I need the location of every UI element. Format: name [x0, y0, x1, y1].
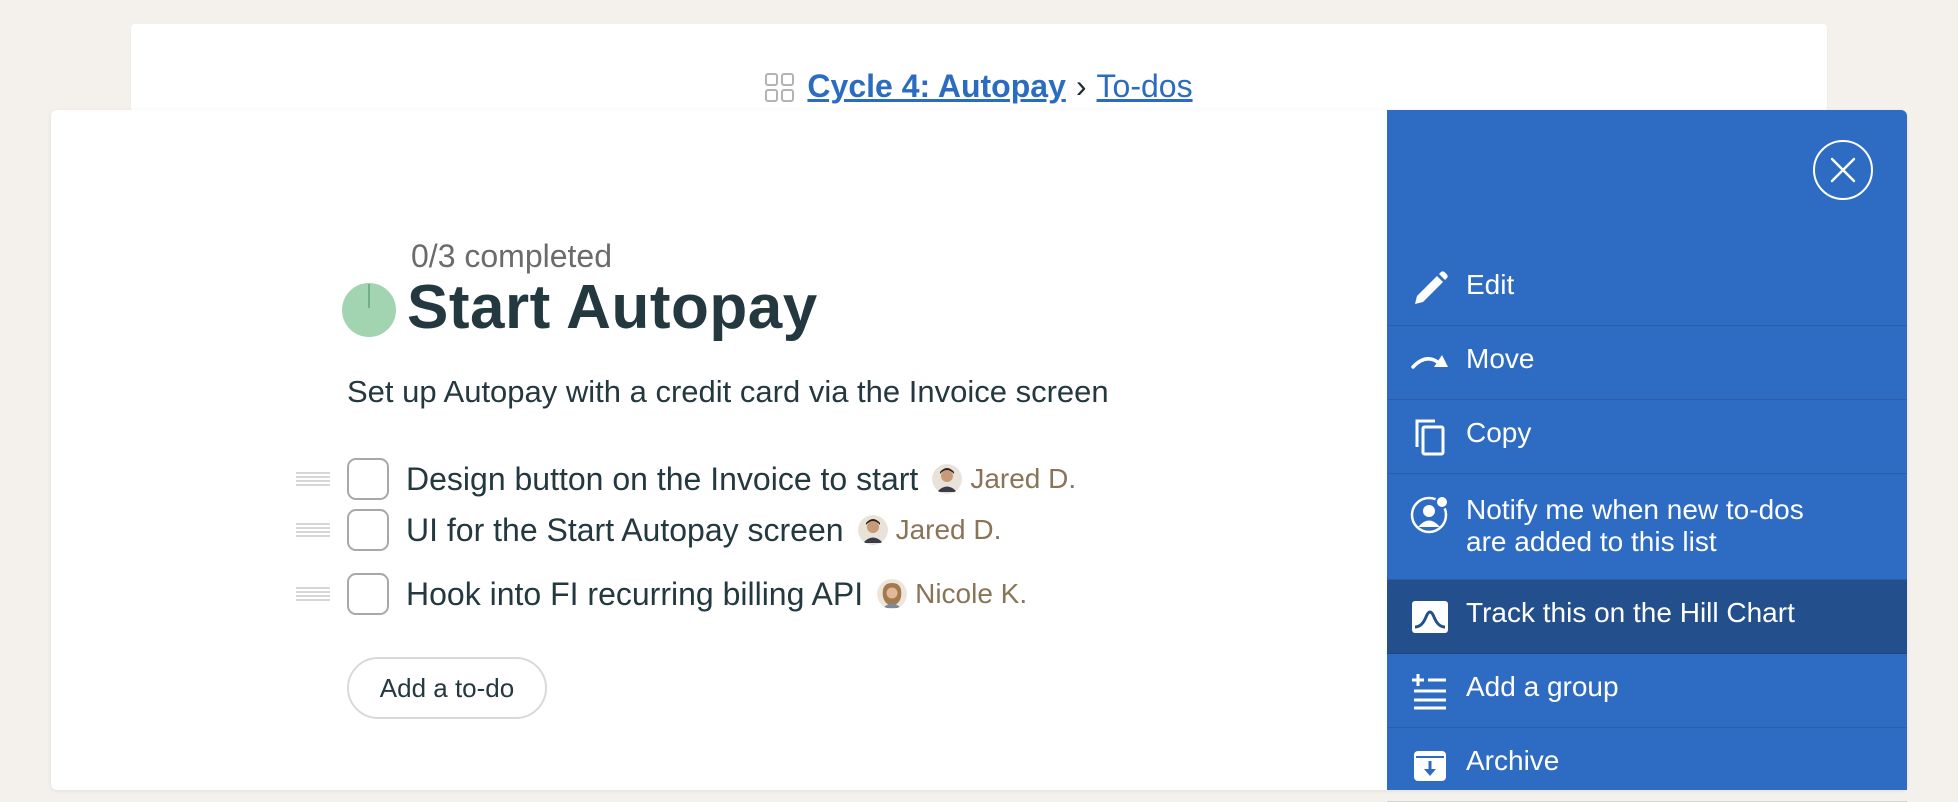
todo-item: UI for the Start Autopay screen Jared D.	[296, 507, 1001, 553]
assignee-name[interactable]: Nicole K.	[915, 578, 1027, 610]
menu-item-notify[interactable]: Notify me when new to-dos are added to t…	[1387, 474, 1907, 580]
todo-checkbox[interactable]	[347, 573, 389, 615]
pencil-icon	[1415, 271, 1448, 304]
close-button[interactable]	[1813, 140, 1873, 200]
menu-item-label: Edit	[1466, 269, 1515, 300]
avatar	[877, 579, 908, 609]
grid-icon	[765, 72, 795, 102]
todo-checkbox[interactable]	[347, 509, 389, 551]
list-description: Set up Autopay with a credit card via th…	[347, 374, 1109, 409]
menu-item-label: Add a group	[1466, 671, 1619, 702]
assignee-name[interactable]: Jared D.	[896, 514, 1002, 546]
top-bar: Cycle 4: Autopay › To-dos	[131, 24, 1827, 116]
breadcrumb: Cycle 4: Autopay › To-dos	[131, 68, 1827, 105]
menu-item-hill-chart[interactable]: Track this on the Hill Chart	[1387, 580, 1907, 654]
todo-text[interactable]: Hook into FI recurring billing API	[406, 576, 863, 613]
todo-list-card: 0/3 completed Start Autopay Set up Autop…	[51, 110, 1907, 802]
avatar	[932, 464, 963, 494]
add-group-icon	[1412, 674, 1446, 710]
menu-list: Edit Move Copy Notify me when new to-dos…	[1387, 252, 1907, 802]
progress-text: 0/3 completed	[411, 238, 613, 274]
menu-item-label: Archive	[1466, 745, 1560, 776]
todo-checkbox[interactable]	[347, 458, 389, 500]
notify-icon	[1410, 495, 1449, 534]
list-options-menu: Edit Move Copy Notify me when new to-dos…	[1387, 110, 1907, 802]
breadcrumb-separator: ›	[1075, 68, 1087, 104]
menu-item-label: Notify me when new to-dos are added to t…	[1466, 494, 1804, 557]
drag-handle-icon[interactable]	[296, 587, 330, 601]
copy-icon	[1415, 419, 1445, 456]
menu-item-label: Copy	[1466, 417, 1532, 448]
menu-item-edit[interactable]: Edit	[1387, 252, 1907, 326]
avatar	[857, 515, 888, 545]
move-arrow-icon	[1411, 355, 1448, 369]
todo-text[interactable]: Design button on the Invoice to start	[406, 461, 918, 498]
archive-icon	[1414, 751, 1446, 781]
todo-text[interactable]: UI for the Start Autopay screen	[406, 512, 844, 549]
close-icon	[1830, 157, 1856, 183]
list-title[interactable]: Start Autopay	[407, 272, 818, 343]
todo-item: Design button on the Invoice to start Ja…	[296, 456, 1076, 502]
hill-chart-icon	[1412, 601, 1448, 633]
todo-item: Hook into FI recurring billing API Nicol…	[296, 571, 1027, 617]
menu-item-add-group[interactable]: Add a group	[1387, 654, 1907, 728]
menu-item-copy[interactable]: Copy	[1387, 400, 1907, 474]
todo-list-content: 0/3 completed Start Autopay Set up Autop…	[51, 110, 1387, 790]
menu-item-move[interactable]: Move	[1387, 326, 1907, 400]
menu-item-label: Move	[1466, 343, 1535, 374]
breadcrumb-section-link[interactable]: To-dos	[1097, 68, 1193, 105]
drag-handle-icon[interactable]	[296, 472, 330, 486]
breadcrumb-project-link[interactable]: Cycle 4: Autopay	[807, 68, 1065, 105]
add-todo-button[interactable]: Add a to-do	[347, 657, 547, 719]
menu-item-label: Track this on the Hill Chart	[1466, 597, 1795, 628]
assignee-name[interactable]: Jared D.	[970, 463, 1076, 495]
menu-item-archive[interactable]: Archive	[1387, 728, 1907, 802]
progress-pie-icon	[342, 283, 396, 337]
drag-handle-icon[interactable]	[296, 523, 330, 537]
